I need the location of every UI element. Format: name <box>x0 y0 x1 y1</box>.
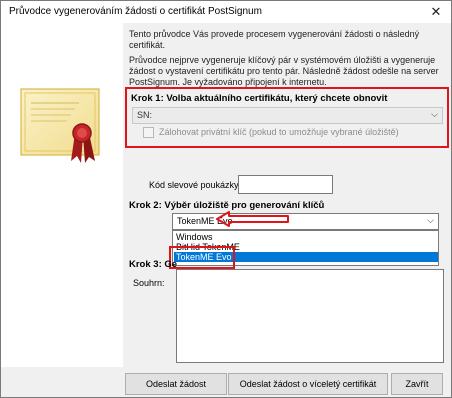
wizard-window: Průvodce vygenerováním žádosti o certifi… <box>0 0 452 398</box>
side-panel <box>1 23 123 367</box>
arrow-left-icon <box>216 211 289 227</box>
backup-key-checkbox[interactable] <box>143 127 154 138</box>
voucher-label: Kód slevové poukázky: <box>149 180 242 190</box>
voucher-input[interactable] <box>238 175 333 194</box>
title-bar: Průvodce vygenerováním žádosti o certifi… <box>1 1 451 23</box>
send-request-button[interactable]: Odeslat žádost <box>125 373 227 395</box>
close-button[interactable]: Zavřít <box>391 373 443 395</box>
intro-line-1: Tento průvodce Vás provede procesem vyge… <box>129 29 420 50</box>
sn-label: SN: <box>137 110 153 120</box>
storage-option-windows[interactable]: Windows <box>174 232 438 242</box>
step3-title: Krok 3: Ge <box>129 259 178 270</box>
annotation-box-option <box>169 246 235 269</box>
certificate-select[interactable]: SN: ⌵ <box>132 107 443 124</box>
summary-label: Souhrn: <box>133 278 165 288</box>
certificate-icon <box>20 88 100 163</box>
window-title: Průvodce vygenerováním žádosti o certifi… <box>9 6 262 17</box>
close-icon[interactable]: ✕ <box>421 1 451 23</box>
send-multi-year-button[interactable]: Odeslat žádost o víceletý certifikát <box>228 373 388 395</box>
step1-title: Krok 1: Volba aktuálního certifikátu, kt… <box>131 93 388 104</box>
storage-select[interactable]: TokenME Evo ⌵ <box>172 213 439 230</box>
intro-text: Tento průvodce Vás provede procesem vyge… <box>129 29 447 90</box>
intro-line-2: Průvodce nejprve vygeneruje klíčový pár … <box>129 55 439 87</box>
backup-key-label: Zálohovat privátní klíč (pokud to umožňu… <box>159 127 399 137</box>
chevron-down-icon: ⌵ <box>431 109 438 119</box>
summary-textarea[interactable] <box>176 269 444 363</box>
step2-title: Krok 2: Výběr úložiště pro generování kl… <box>129 200 325 211</box>
chevron-down-icon: ⌵ <box>427 215 434 225</box>
